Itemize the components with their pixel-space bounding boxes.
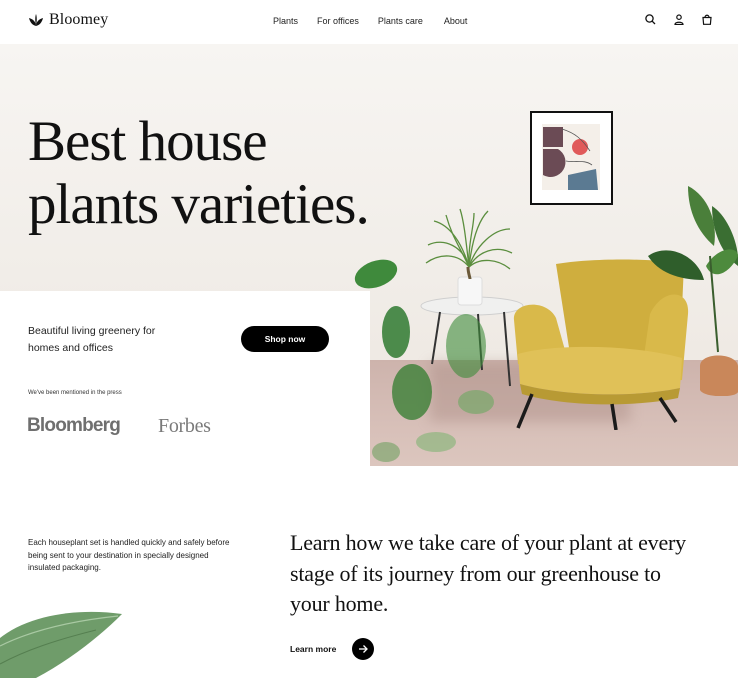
press-label: We've been mentioned in the press [28, 390, 122, 396]
brand-name: Bloomey [49, 11, 109, 28]
packaging-description: Each houseplant set is handled quickly a… [28, 538, 230, 572]
shopping-bag-icon[interactable] [702, 14, 712, 25]
decorative-leaf-image [0, 611, 122, 678]
nav-item-plants-care[interactable]: Plants care [378, 16, 423, 26]
hero-section: Best house plants varieties. Beautiful l… [0, 44, 738, 466]
leaf-logo-icon [29, 14, 43, 26]
shop-now-button[interactable]: Shop now [241, 326, 329, 352]
brand-logo[interactable]: Bloomey [28, 11, 108, 29]
hero-tagline: Beautiful living greenery for homes and … [28, 325, 156, 354]
hero-cta-panel: Beautiful living greenery for homes and … [0, 291, 370, 466]
care-headline: Learn how we take care of your plant at … [290, 530, 686, 616]
site-header: Bloomey Plants For offices Plants care A… [0, 0, 738, 44]
hero-headline-line2: plants varieties. [28, 173, 370, 236]
learn-more-label[interactable]: Learn more [290, 644, 336, 654]
learn-more-arrow-button[interactable] [352, 638, 375, 660]
framed-artwork-image [530, 111, 613, 205]
bloomberg-logo: Bloomberg [27, 415, 121, 436]
arrow-right-icon [359, 645, 369, 653]
hero-headline-line1: Best house [28, 110, 268, 173]
learn-more-link[interactable]: Learn more [290, 638, 375, 660]
nav-item-about[interactable]: About [444, 16, 468, 26]
search-icon[interactable] [645, 14, 656, 25]
user-icon[interactable] [674, 14, 684, 25]
main-nav: Plants For offices Plants care About [273, 16, 467, 26]
nav-item-plants[interactable]: Plants [273, 16, 298, 26]
forbes-logo: Forbes [158, 415, 211, 437]
hero-headline: Best house plants varieties. [28, 110, 370, 236]
nav-item-for-offices[interactable]: For offices [317, 16, 359, 26]
banana-plant-image [648, 186, 738, 396]
